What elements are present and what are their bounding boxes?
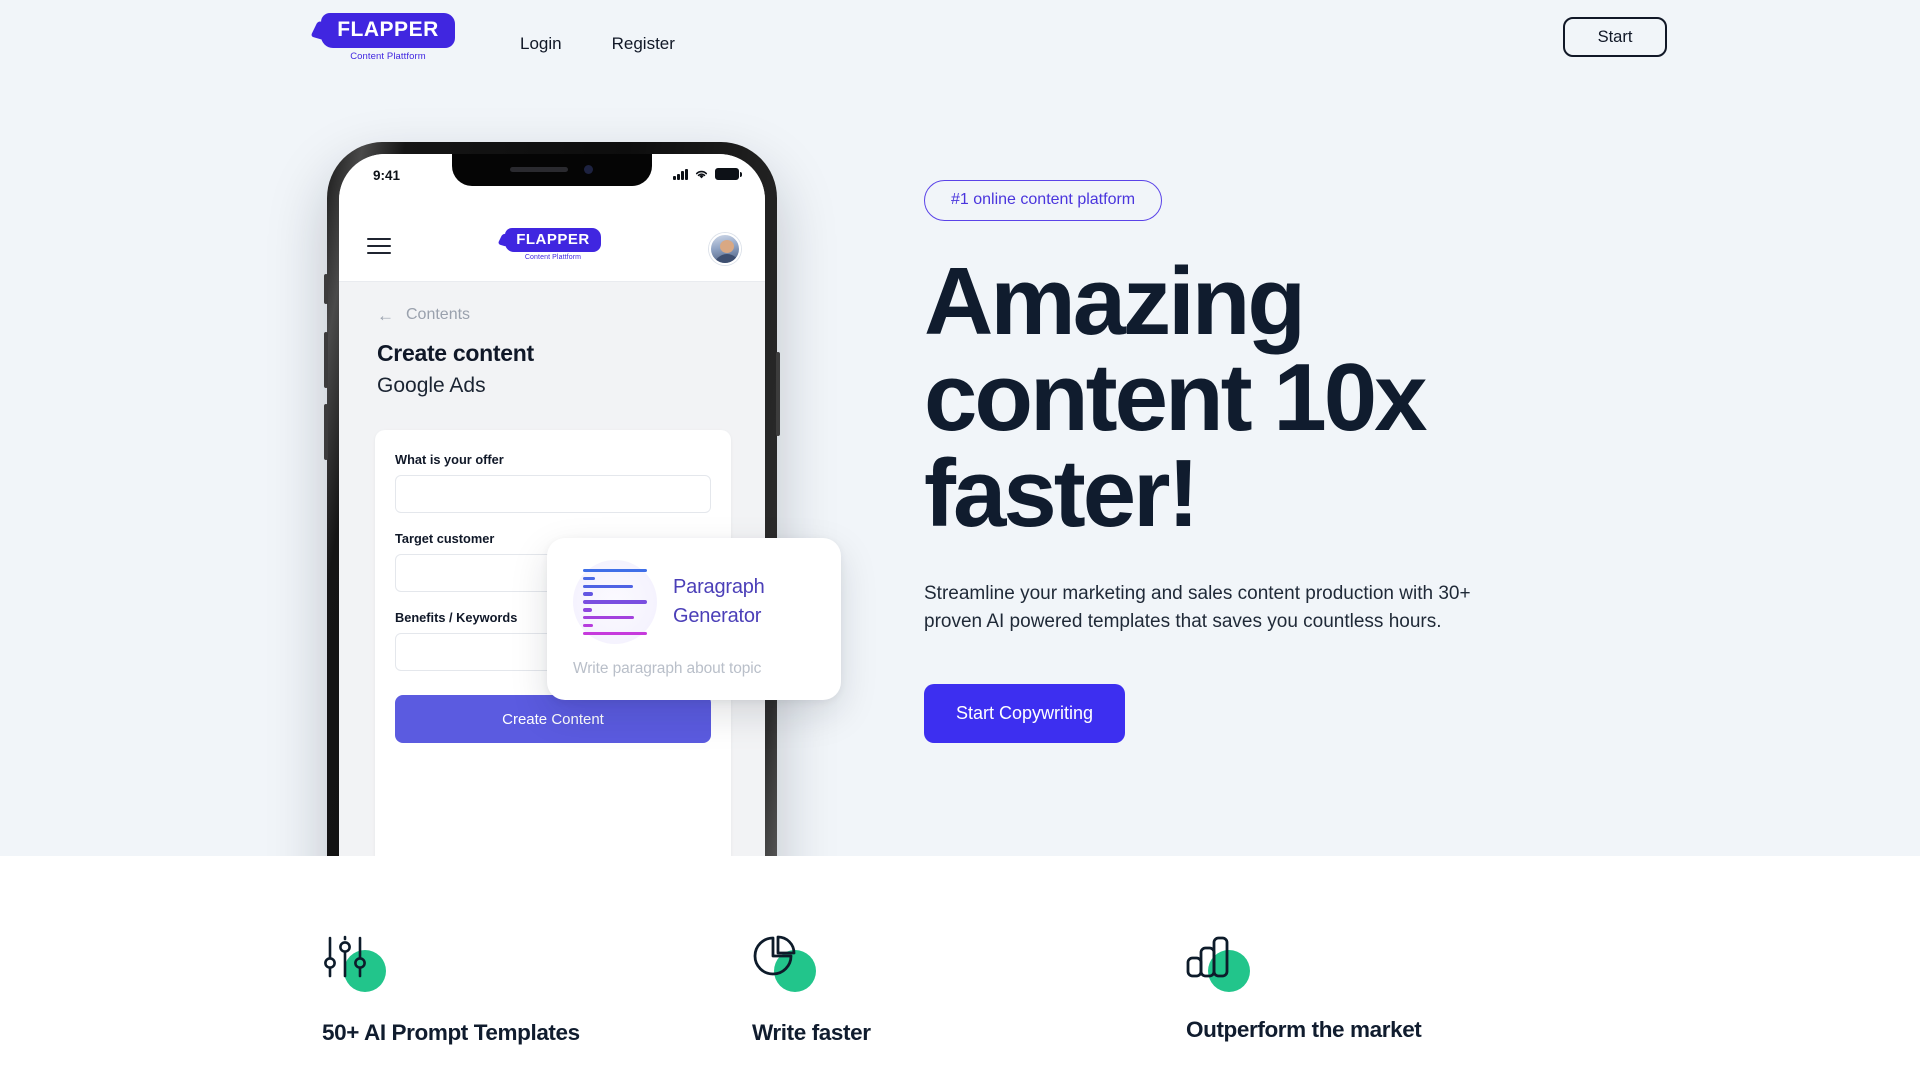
hero-badge[interactable]: #1 online content platform: [924, 180, 1163, 221]
paragraph-generator-description: Write paragraph about topic: [573, 660, 762, 677]
app-page-subtitle: Google Ads: [377, 374, 486, 397]
app-header: FLAPPER Content Plattform: [339, 216, 765, 282]
back-arrow-icon: ←: [377, 305, 394, 325]
create-content-button[interactable]: Create Content: [395, 695, 711, 743]
paragraph-generator-header: Paragraph Generator: [573, 560, 815, 644]
front-camera-icon: [584, 165, 593, 174]
app-brand-tagline: Content Plattform: [524, 254, 582, 261]
pie-chart-glyph: [753, 935, 796, 976]
bar-chart-glyph: [1186, 936, 1229, 978]
brand-tagline: Content Plattform: [350, 51, 426, 62]
phone-power-button: [776, 352, 780, 436]
start-button[interactable]: Start: [1563, 17, 1667, 57]
hero-content: #1 online content platform Amazing conte…: [924, 180, 1584, 743]
feature-outperform-market: Outperform the market: [1186, 934, 1422, 1043]
brand-name: FLAPPER: [321, 13, 455, 48]
feature-title: Outperform the market: [1186, 1017, 1422, 1042]
paragraph-generator-card[interactable]: Paragraph Generator Write paragraph abou…: [547, 538, 841, 700]
cellular-signal-icon: [673, 168, 688, 180]
bar-chart-icon: [1186, 934, 1250, 996]
phone-volume-down-button: [324, 404, 328, 460]
hero-section: FLAPPER Content Plattform Login Register…: [0, 0, 1920, 856]
phone-frame: 9:41 FLAPPER Content Plattform ← Content…: [324, 142, 780, 856]
phone-mute-switch: [324, 274, 328, 304]
offer-input[interactable]: [395, 475, 711, 513]
sliders-glyph: [324, 935, 366, 978]
battery-icon: [715, 168, 742, 180]
feature-write-faster: Write faster: [752, 934, 871, 1046]
wifi-icon: [695, 170, 708, 179]
earpiece-speaker-icon: [510, 167, 568, 172]
landing-page: FLAPPER Content Plattform Login Register…: [0, 0, 1920, 1080]
phone-volume-up-button: [324, 332, 328, 388]
feature-title: Write faster: [752, 1020, 871, 1045]
back-label: Contents: [406, 306, 471, 323]
brand-logo[interactable]: FLAPPER Content Plattform: [317, 13, 459, 62]
feature-ai-prompt-templates: 50+ AI Prompt Templates: [322, 934, 580, 1046]
phone-notch: [452, 154, 652, 186]
nav-links: Login Register: [520, 0, 675, 88]
nav-link-register[interactable]: Register: [612, 34, 675, 54]
features-section: 50+ AI Prompt Templates Write faster Out…: [0, 856, 1920, 1080]
status-icons: [673, 168, 742, 180]
phone-screen: 9:41 FLAPPER Content Plattform ← Content…: [339, 154, 765, 856]
hero-title: Amazing content 10x faster!: [924, 248, 1427, 547]
hamburger-menu-icon[interactable]: [367, 238, 391, 259]
paragraph-lines-icon: [573, 560, 657, 644]
pie-chart-icon: [752, 934, 816, 996]
start-copywriting-button[interactable]: Start Copywriting: [924, 683, 1126, 743]
app-brand-name: FLAPPER: [505, 228, 601, 252]
nav-link-login[interactable]: Login: [520, 34, 562, 54]
status-time: 9:41: [373, 168, 401, 183]
back-to-contents-link[interactable]: ← Contents: [377, 306, 470, 324]
field-label-offer: What is your offer: [395, 452, 504, 467]
top-navigation: FLAPPER Content Plattform Login Register…: [0, 0, 1920, 88]
avatar[interactable]: [709, 233, 741, 265]
app-page-title: Create content: [377, 340, 534, 366]
phone-mockup: 9:41 FLAPPER Content Plattform ← Content…: [324, 142, 780, 856]
feature-title: 50+ AI Prompt Templates: [322, 1020, 580, 1045]
app-brand-logo: FLAPPER Content Plattform: [478, 228, 628, 261]
paragraph-generator-title: Paragraph Generator: [673, 576, 765, 627]
hero-paragraph: Streamline your marketing and sales cont…: [924, 583, 1471, 632]
sliders-icon: [322, 934, 386, 996]
phone-status-bar: 9:41: [339, 154, 765, 216]
